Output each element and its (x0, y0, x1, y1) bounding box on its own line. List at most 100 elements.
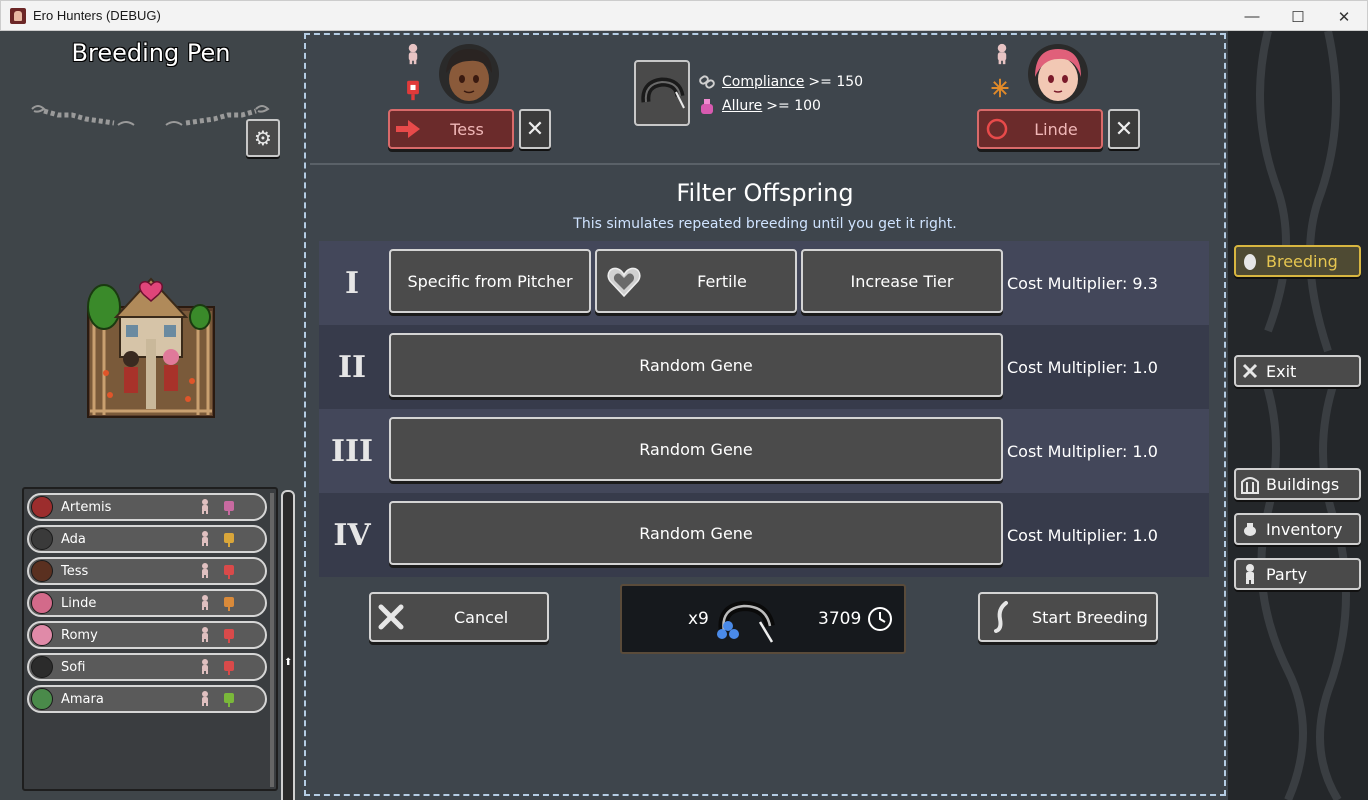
close-icon (1240, 361, 1260, 381)
gene-row: I Specific from Pitcher Fertile Increase… (319, 241, 1209, 325)
gear-icon: ⚙ (254, 126, 272, 150)
page-title: Breeding Pen (71, 39, 231, 67)
avatar (31, 656, 53, 678)
start-breeding-button[interactable]: Start Breeding (978, 592, 1158, 642)
nav-party-button[interactable]: Party (1234, 558, 1361, 590)
specific-from-pitcher-button[interactable]: Specific from Pitcher (389, 249, 591, 313)
circle-icon (986, 118, 1008, 140)
body-type-icon (197, 562, 213, 580)
nav-breeding-label: Breeding (1266, 251, 1338, 271)
maximize-button[interactable]: ☐ (1275, 1, 1321, 32)
nav-buildings-button[interactable]: Buildings (1234, 468, 1361, 500)
settings-button[interactable]: ⚙ (246, 119, 280, 157)
character-list-item[interactable]: Romy (27, 621, 267, 649)
pitcher-button[interactable]: Tess (388, 109, 514, 149)
class-icon (221, 658, 237, 676)
remove-pitcher-button[interactable]: ✕ (519, 109, 551, 149)
body-type-icon (197, 690, 213, 708)
nav-breeding-button[interactable]: Breeding (1234, 245, 1361, 277)
breeding-item-slot[interactable] (634, 60, 690, 126)
character-name: Artemis (61, 499, 112, 515)
nav-exit-button[interactable]: Exit (1234, 355, 1361, 387)
clock-icon (868, 607, 892, 631)
nav-inventory-label: Inventory (1266, 519, 1343, 539)
tentacle-icon (994, 601, 1008, 633)
body-type-icon (197, 530, 213, 548)
gene-row: III Random Gene Cost Multiplier: 1.0 (319, 409, 1209, 493)
cancel-button[interactable]: Cancel (369, 592, 549, 642)
ornament-left-icon (31, 105, 135, 126)
character-list-item[interactable]: Linde (27, 589, 267, 617)
pitcher-trait-icon (407, 80, 419, 101)
bag-icon (1240, 519, 1260, 539)
item-count: x9 (688, 609, 709, 629)
time-cost: 3709 (818, 609, 862, 629)
avatar (31, 624, 53, 646)
filter-subtitle: This simulates repeated breeding until y… (573, 216, 957, 232)
catcher-portrait (1028, 44, 1088, 104)
minimize-button[interactable]: — (1229, 1, 1275, 32)
avatar (31, 496, 53, 518)
body-type-icon (197, 594, 213, 612)
requirement-name[interactable]: Allure (722, 98, 762, 114)
chain-icon (698, 73, 716, 91)
class-icon (221, 690, 237, 708)
gene-row: IV Random Gene Cost Multiplier: 1.0 (319, 493, 1209, 577)
class-icon (221, 562, 237, 580)
body-type-icon (197, 658, 213, 676)
character-list-item[interactable]: Tess (27, 557, 267, 585)
random-gene-button[interactable]: Random Gene (389, 333, 1003, 397)
character-list-item[interactable]: Ada (27, 525, 267, 553)
character-name: Sofi (61, 659, 86, 675)
collar-item-icon (717, 600, 775, 643)
increase-tier-button[interactable]: Increase Tier (801, 249, 1003, 313)
main-panel: Tess ✕ Compliance >= 150 Allure >= 100 L… (302, 31, 1228, 800)
breeding-pen-image (87, 277, 215, 418)
cost-multiplier: Cost Multiplier: 1.0 (1007, 441, 1158, 461)
cancel-label: Cancel (454, 607, 509, 627)
tentacle-decoration (1254, 31, 1350, 800)
nav-party-label: Party (1266, 564, 1308, 584)
body-type-icon (197, 626, 213, 644)
class-icon (221, 626, 237, 644)
cost-multiplier: Cost Multiplier: 1.0 (1007, 357, 1158, 377)
fertile-label: Fertile (697, 271, 747, 291)
class-icon (221, 498, 237, 516)
character-name: Amara (61, 691, 104, 707)
right-nav-panel: Breeding Exit Buildings Inventory Party (1228, 31, 1368, 800)
egg-icon (1240, 251, 1260, 271)
collar-icon (641, 77, 685, 109)
requirement-allure: Allure >= 100 (698, 97, 821, 115)
gene-numeral: IV (333, 517, 371, 553)
character-name: Ada (61, 531, 86, 547)
requirement-compliance: Compliance >= 150 (698, 73, 863, 91)
character-list-item[interactable]: Amara (27, 685, 267, 713)
gene-row: II Random Gene Cost Multiplier: 1.0 (319, 325, 1209, 409)
close-window-button[interactable]: ✕ (1321, 1, 1367, 32)
character-list-item[interactable]: Artemis (27, 493, 267, 521)
cost-multiplier: Cost Multiplier: 1.0 (1007, 525, 1158, 545)
gene-numeral: II (337, 349, 367, 385)
random-gene-button[interactable]: Random Gene (389, 501, 1003, 565)
class-icon (221, 530, 237, 548)
nav-exit-label: Exit (1266, 361, 1297, 381)
window-titlebar: Ero Hunters (DEBUG) — ☐ ✕ (0, 0, 1368, 31)
class-icon (221, 594, 237, 612)
left-panel: Breeding Pen ⚙ Artemis Ada Tess Linde Ro… (0, 31, 302, 800)
building-icon (1240, 474, 1260, 494)
nav-inventory-button[interactable]: Inventory (1234, 513, 1361, 545)
divider (310, 163, 1220, 165)
remove-catcher-button[interactable]: ✕ (1108, 109, 1140, 149)
list-scrollbar[interactable]: ⬆ (281, 490, 295, 800)
requirement-name[interactable]: Compliance (722, 74, 804, 90)
catcher-button[interactable]: Linde (977, 109, 1103, 149)
heart-icon (607, 267, 641, 298)
fertile-button[interactable]: Fertile (595, 249, 797, 313)
scroll-up-icon[interactable]: ⬆ (284, 657, 292, 671)
character-list-item[interactable]: Sofi (27, 653, 267, 681)
character-list[interactable]: Artemis Ada Tess Linde Romy Sofi Amara (22, 487, 278, 791)
requirement-value: >= 150 (808, 74, 864, 90)
random-gene-button[interactable]: Random Gene (389, 417, 1003, 481)
character-name: Tess (61, 563, 89, 579)
breeding-cost-panel: x9 3709 (620, 584, 906, 654)
